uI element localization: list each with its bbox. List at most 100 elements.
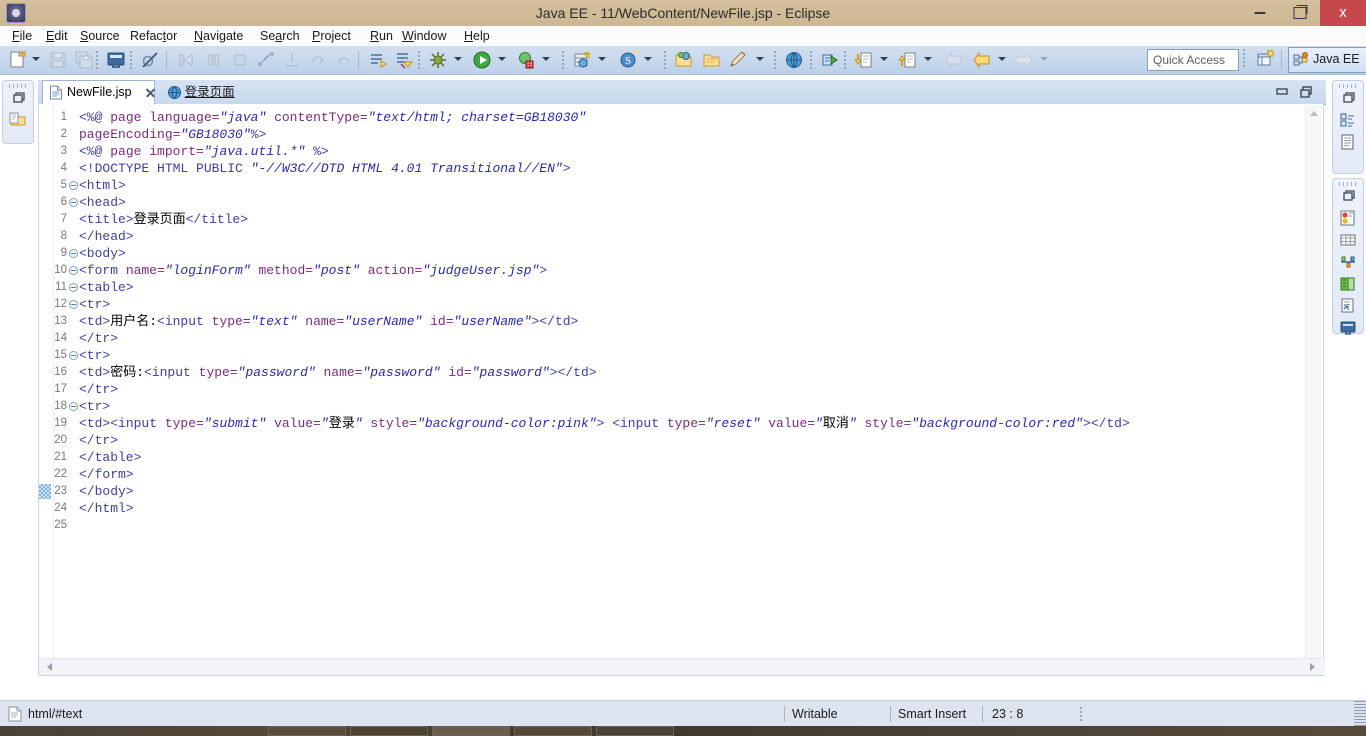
import-icon[interactable] bbox=[854, 50, 874, 70]
next-dropdown[interactable] bbox=[1040, 57, 1048, 63]
open-type-icon[interactable] bbox=[674, 50, 694, 70]
new-class-dropdown[interactable] bbox=[756, 57, 764, 63]
console-view-icon[interactable] bbox=[1339, 319, 1357, 337]
skip-breakpoints-icon[interactable] bbox=[140, 50, 160, 70]
menu-project[interactable]: Project bbox=[306, 26, 357, 46]
external-tools-dropdown[interactable] bbox=[542, 57, 550, 63]
restore-icon[interactable] bbox=[1339, 89, 1357, 107]
editor-tab-close-icon[interactable] bbox=[144, 86, 157, 99]
debug-icon[interactable] bbox=[428, 50, 448, 70]
step-return-icon[interactable] bbox=[334, 50, 354, 70]
disconnect-icon[interactable] bbox=[256, 50, 276, 70]
quick-access-input[interactable]: Quick Access bbox=[1147, 49, 1239, 71]
snippets-icon[interactable] bbox=[1339, 133, 1357, 151]
editor-minimize-icon[interactable] bbox=[1274, 84, 1290, 100]
trim-grip[interactable] bbox=[1339, 84, 1357, 88]
run-icon[interactable] bbox=[472, 50, 492, 70]
sep-2[interactable] bbox=[130, 51, 132, 69]
data-source-explorer-icon[interactable] bbox=[1339, 275, 1357, 293]
trim-grip[interactable] bbox=[1339, 182, 1357, 186]
new-class-icon[interactable] bbox=[728, 50, 748, 70]
profile-icon[interactable] bbox=[820, 50, 840, 70]
forward-dropdown[interactable] bbox=[998, 57, 1006, 63]
sep-6[interactable] bbox=[774, 51, 776, 69]
servers-icon[interactable] bbox=[1339, 253, 1357, 271]
new-wizard-dropdown[interactable] bbox=[32, 57, 40, 63]
new-wizard-icon[interactable] bbox=[8, 50, 28, 70]
console-icon[interactable] bbox=[106, 50, 126, 70]
resize-grip[interactable] bbox=[1354, 701, 1366, 727]
window-minimize-button[interactable] bbox=[1240, 0, 1280, 26]
fold-toggle-icon[interactable] bbox=[69, 351, 78, 360]
step-over-icon[interactable] bbox=[308, 50, 328, 70]
snippets-view-icon[interactable] bbox=[1339, 297, 1357, 315]
restore-icon[interactable] bbox=[9, 89, 27, 107]
run-dropdown[interactable] bbox=[498, 57, 506, 63]
resume-icon[interactable] bbox=[176, 50, 196, 70]
fold-toggle-icon[interactable] bbox=[69, 266, 78, 275]
perspective-java-ee-button[interactable]: Java EE bbox=[1288, 47, 1366, 73]
run-external-tools-icon[interactable] bbox=[516, 50, 536, 70]
editor-maximize-icon[interactable] bbox=[1298, 84, 1314, 100]
editor-tab-1[interactable]: 登录页面 bbox=[161, 80, 241, 104]
menu-source[interactable]: Source bbox=[74, 26, 126, 46]
code-editor[interactable]: 1 <%@ page language="java" contentType="t… bbox=[39, 104, 1305, 675]
forward-icon[interactable] bbox=[972, 50, 992, 70]
window-close-button[interactable]: x bbox=[1320, 0, 1366, 26]
export-icon[interactable] bbox=[898, 50, 918, 70]
window-maximize-button[interactable] bbox=[1280, 0, 1320, 26]
status-grip[interactable] bbox=[1080, 707, 1082, 721]
save-all-icon[interactable] bbox=[74, 50, 94, 70]
fold-toggle-icon[interactable] bbox=[69, 283, 78, 292]
import-dropdown[interactable] bbox=[880, 57, 888, 63]
menu-run[interactable]: Run bbox=[364, 26, 399, 46]
new-server-dropdown[interactable] bbox=[598, 57, 606, 63]
markers-icon[interactable] bbox=[1339, 209, 1357, 227]
restore-icon[interactable] bbox=[1339, 187, 1357, 205]
fold-toggle-icon[interactable] bbox=[69, 181, 78, 190]
scroll-up-icon[interactable] bbox=[1306, 105, 1322, 121]
previous-annotation-icon[interactable] bbox=[394, 50, 414, 70]
menu-edit[interactable]: Edit bbox=[40, 26, 74, 46]
menu-help[interactable]: Help bbox=[458, 26, 496, 46]
next-icon[interactable] bbox=[1014, 50, 1034, 70]
menu-refactor[interactable]: Refactor bbox=[124, 26, 183, 46]
fold-toggle-icon[interactable] bbox=[69, 198, 78, 207]
fold-toggle-icon[interactable] bbox=[69, 249, 78, 258]
scroll-left-icon[interactable] bbox=[41, 659, 57, 675]
scroll-right-icon[interactable] bbox=[1305, 659, 1321, 675]
debug-dropdown[interactable] bbox=[454, 57, 462, 63]
properties-table-icon[interactable] bbox=[1339, 231, 1357, 249]
step-into-icon[interactable] bbox=[282, 50, 302, 70]
trim-grip[interactable] bbox=[9, 84, 27, 88]
open-task-icon[interactable] bbox=[702, 50, 722, 70]
fold-toggle-icon[interactable] bbox=[69, 402, 78, 411]
new-server-icon[interactable] bbox=[572, 50, 592, 70]
sep-5[interactable] bbox=[664, 51, 666, 69]
sep-8[interactable] bbox=[844, 51, 846, 69]
open-perspective-icon[interactable] bbox=[1254, 48, 1276, 70]
search-dropdown[interactable] bbox=[644, 57, 652, 63]
project-explorer-icon[interactable] bbox=[9, 111, 27, 129]
menu-file[interactable]: File bbox=[6, 26, 38, 46]
menu-search[interactable]: Search bbox=[254, 26, 306, 46]
editor-tab-0[interactable]: NewFile.jsp bbox=[42, 80, 155, 106]
terminate-icon[interactable] bbox=[230, 50, 250, 70]
fold-toggle-icon[interactable] bbox=[69, 300, 78, 309]
suspend-icon[interactable] bbox=[204, 50, 224, 70]
web-browser-icon[interactable] bbox=[784, 50, 804, 70]
editor-vertical-scrollbar[interactable] bbox=[1305, 105, 1322, 674]
editor-horizontal-scrollbar[interactable] bbox=[39, 658, 1325, 675]
sep-4[interactable] bbox=[562, 51, 564, 69]
outline-icon[interactable] bbox=[1339, 111, 1357, 129]
menu-window[interactable]: Window bbox=[396, 26, 452, 46]
search-s-icon[interactable]: S bbox=[618, 50, 638, 70]
menu-navigate[interactable]: Navigate bbox=[188, 26, 249, 46]
sep-1[interactable] bbox=[96, 51, 98, 69]
back-icon[interactable] bbox=[944, 50, 964, 70]
next-annotation-icon[interactable] bbox=[368, 50, 388, 70]
save-icon[interactable] bbox=[48, 50, 68, 70]
sep-7[interactable] bbox=[810, 51, 812, 69]
sep-3[interactable] bbox=[418, 51, 420, 69]
export-dropdown[interactable] bbox=[924, 57, 932, 63]
